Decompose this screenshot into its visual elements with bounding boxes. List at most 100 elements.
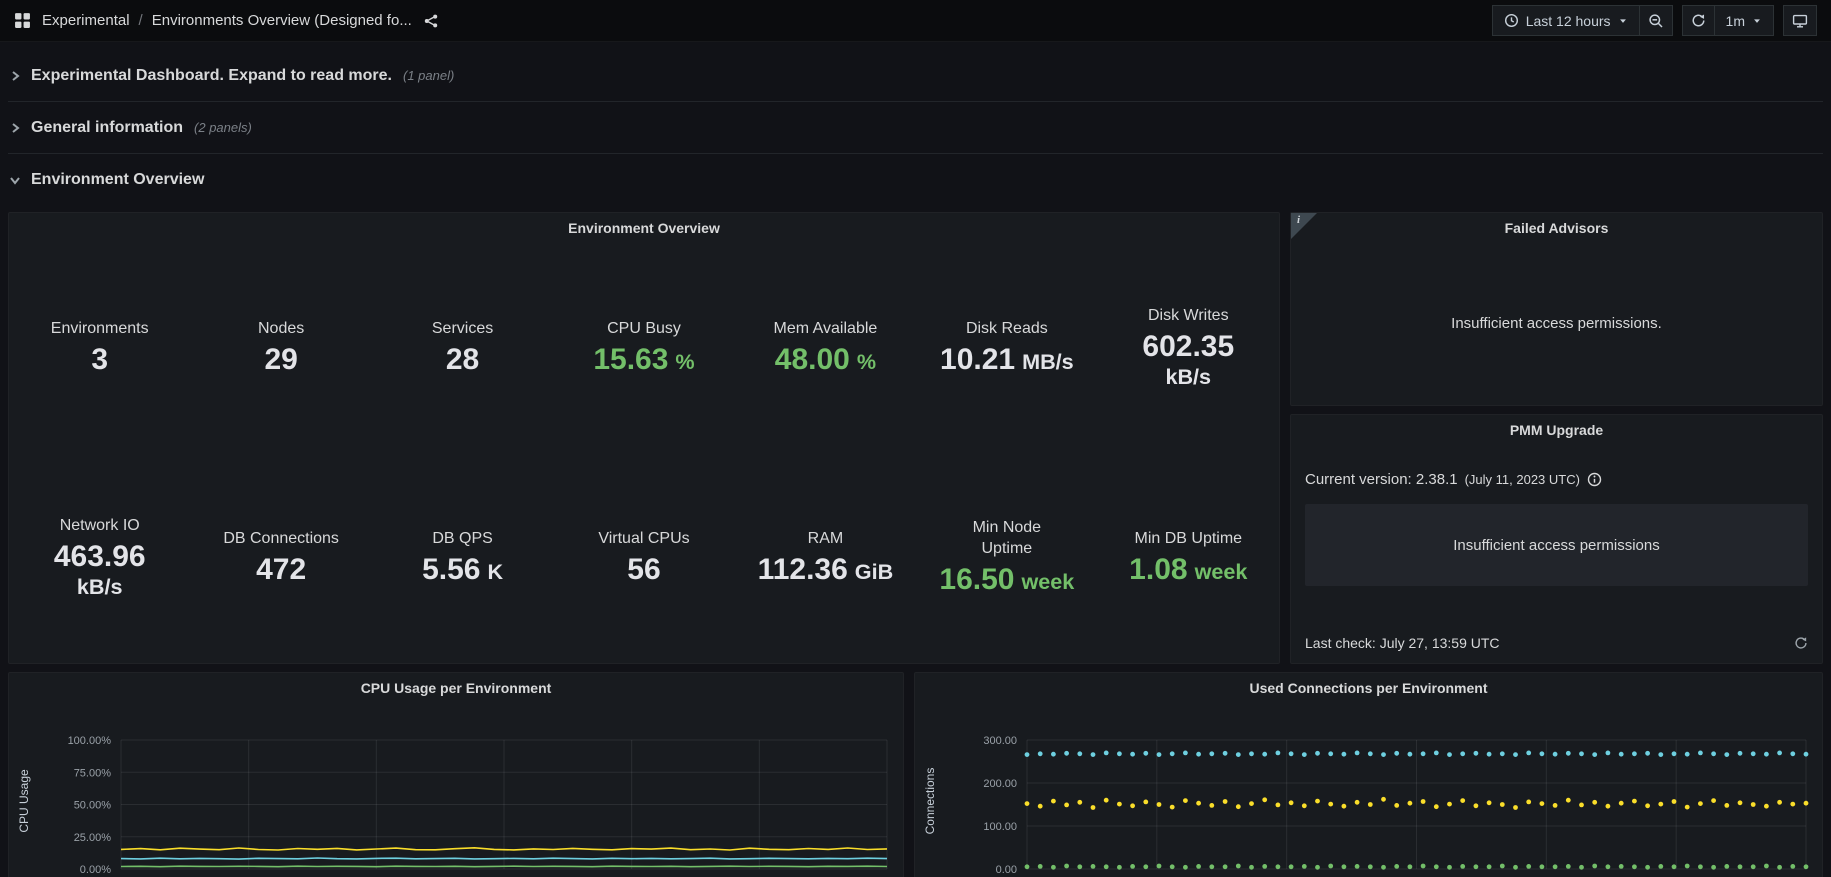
stat-db-qps: DB QPS5.56K (372, 453, 553, 663)
stat-value: 463.96kB/s (54, 540, 146, 599)
chevron-right-icon (8, 121, 22, 135)
apps-grid-icon[interactable] (14, 12, 31, 29)
chart-canvas[interactable]: 0.00%25.00%50.00%75.00%100.00% (9, 703, 903, 877)
series-point-0 (1051, 752, 1056, 757)
series-point-2 (1276, 864, 1281, 869)
failed-advisors-message: Insufficient access permissions. (1291, 315, 1822, 332)
y-tick-label: 50.00% (74, 800, 112, 812)
refresh-button[interactable] (1682, 5, 1715, 36)
series-point-2 (1724, 864, 1729, 869)
series-point-1 (1724, 803, 1729, 808)
stat-label: Nodes (258, 319, 304, 340)
series-point-0 (1249, 751, 1254, 756)
row-header-experimental-dashboard[interactable]: Experimental Dashboard. Expand to read m… (8, 50, 1823, 102)
stat-label: Min DB Uptime (1134, 529, 1242, 550)
chart-canvas[interactable]: 0.00100.00200.00300.00 (915, 703, 1822, 877)
time-range-label: Last 12 hours (1526, 13, 1611, 29)
y-axis-label: CPU Usage (17, 769, 31, 832)
stat-network-io: Network IO463.96kB/s (9, 453, 190, 663)
series-point-1 (1183, 798, 1188, 803)
series-point-0 (1777, 751, 1782, 756)
series-point-1 (1606, 804, 1611, 809)
series-point-0 (1540, 751, 1545, 756)
breadcrumb-page[interactable]: Environments Overview (Designed fo... (152, 12, 412, 29)
series-point-0 (1236, 752, 1241, 757)
zoom-out-button[interactable] (1640, 5, 1673, 36)
series-point-2 (1460, 864, 1465, 869)
cpu-usage-chart[interactable]: CPU Usage 0.00%25.00%50.00%75.00%100.00% (9, 703, 903, 877)
stat-unit: % (675, 349, 694, 374)
series-point-2 (1566, 864, 1571, 869)
stat-label: DB QPS (432, 529, 492, 550)
series-point-1 (1315, 799, 1320, 804)
series-point-2 (1236, 864, 1241, 869)
panel-title[interactable]: CPU Usage per Environment (9, 673, 903, 703)
series-point-2 (1711, 865, 1716, 870)
row-header-environment-overview[interactable]: Environment Overview (8, 154, 1823, 206)
time-range-picker[interactable]: Last 12 hours (1492, 5, 1640, 36)
stat-value: 48.00% (775, 343, 876, 378)
series-point-0 (1355, 751, 1360, 756)
series-point-0 (1526, 751, 1531, 756)
refresh-interval-picker[interactable]: 1m (1715, 5, 1774, 36)
series-point-2 (1302, 864, 1307, 869)
series-point-1 (1170, 805, 1175, 810)
breadcrumb: Experimental / Environments Overview (De… (42, 12, 412, 29)
series-point-1 (1790, 802, 1795, 807)
check-update-refresh-icon[interactable] (1794, 636, 1808, 650)
cycle-view-button[interactable] (1783, 5, 1817, 36)
series-point-0 (1487, 752, 1492, 757)
info-circle-icon[interactable] (1587, 472, 1602, 487)
row-header-general-information[interactable]: General information (2 panels) (8, 102, 1823, 154)
series-point-1 (1368, 802, 1373, 807)
clock-icon (1504, 13, 1519, 28)
pmm-upgrade-message: Insufficient access permissions (1305, 504, 1808, 586)
series-point-1 (1038, 804, 1043, 809)
series-point-0 (1764, 752, 1769, 757)
series-point-2 (1289, 864, 1294, 869)
series-point-0 (1381, 752, 1386, 757)
series-point-2 (1038, 864, 1043, 869)
series-point-1 (1394, 803, 1399, 808)
series-point-2 (1157, 864, 1162, 869)
connections-chart[interactable]: Connections 0.00100.00200.00300.00 (915, 703, 1822, 877)
series-point-1 (1051, 799, 1056, 804)
panel-title[interactable]: Used Connections per Environment (915, 673, 1822, 703)
series-point-0 (1038, 751, 1043, 756)
series-point-2 (1223, 864, 1228, 869)
stats-grid: Environments3Nodes29Services28CPU Busy15… (9, 243, 1279, 663)
magnifier-minus-icon (1648, 13, 1664, 29)
y-tick-label: 100.00% (68, 735, 112, 747)
stat-cpu-busy: CPU Busy15.63% (553, 243, 734, 453)
series-point-0 (1262, 752, 1267, 757)
chevron-down-icon (1618, 16, 1628, 26)
series-point-0 (1672, 751, 1677, 756)
stat-unit: GiB (855, 559, 893, 584)
series-point-2 (1077, 864, 1082, 869)
series-point-2 (1143, 864, 1148, 869)
series-point-0 (1368, 751, 1373, 756)
series-point-0 (1751, 751, 1756, 756)
panel-info-corner-icon[interactable]: i (1291, 213, 1317, 239)
series-point-0 (1566, 751, 1571, 756)
panel-title[interactable]: Failed Advisors (1291, 213, 1822, 243)
panel-title[interactable]: Environment Overview (9, 213, 1279, 243)
series-point-2 (1790, 864, 1795, 869)
series-point-2 (1262, 864, 1267, 869)
series-point-2 (1051, 865, 1056, 870)
share-icon[interactable] (423, 13, 439, 29)
stat-value: 602.35kB/s (1142, 330, 1234, 389)
version-text: Current version: 2.38.1 (1305, 471, 1458, 488)
series-point-2 (1500, 864, 1505, 869)
stat-value: 472 (256, 553, 306, 588)
chevron-right-icon (8, 69, 22, 83)
breadcrumb-section[interactable]: Experimental (42, 12, 130, 29)
panel-title[interactable]: PMM Upgrade (1305, 415, 1808, 445)
series-point-0 (1632, 751, 1637, 756)
stat-min-db-uptime: Min DB Uptime1.08week (1098, 453, 1279, 663)
stat-mem-available: Mem Available48.00% (735, 243, 916, 453)
series-point-2 (1751, 864, 1756, 869)
stat-environments: Environments3 (9, 243, 190, 453)
series-point-2 (1104, 864, 1109, 869)
series-point-2 (1619, 864, 1624, 869)
